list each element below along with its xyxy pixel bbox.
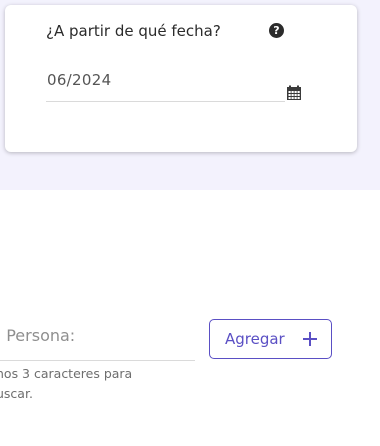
add-button[interactable]: Agregar	[209, 319, 332, 359]
help-icon[interactable]: ?	[269, 23, 284, 38]
calendar-icon[interactable]	[286, 85, 302, 101]
hint-line-1: nos 3 caracteres para	[0, 366, 133, 381]
plus-icon	[303, 332, 317, 346]
person-search-label: n Persona:	[0, 326, 76, 345]
date-input[interactable]: 06/2024	[46, 67, 285, 102]
date-card: ¿A partir de qué fecha? ? 06/2024	[5, 5, 357, 152]
add-button-label: Agregar	[225, 330, 285, 348]
hint-line-2: uscar.	[0, 386, 33, 401]
date-value: 06/2024	[47, 71, 112, 89]
person-search-hint: nos 3 caracteres para uscar.	[0, 364, 156, 404]
date-question-label: ¿A partir de qué fecha?	[46, 22, 221, 40]
